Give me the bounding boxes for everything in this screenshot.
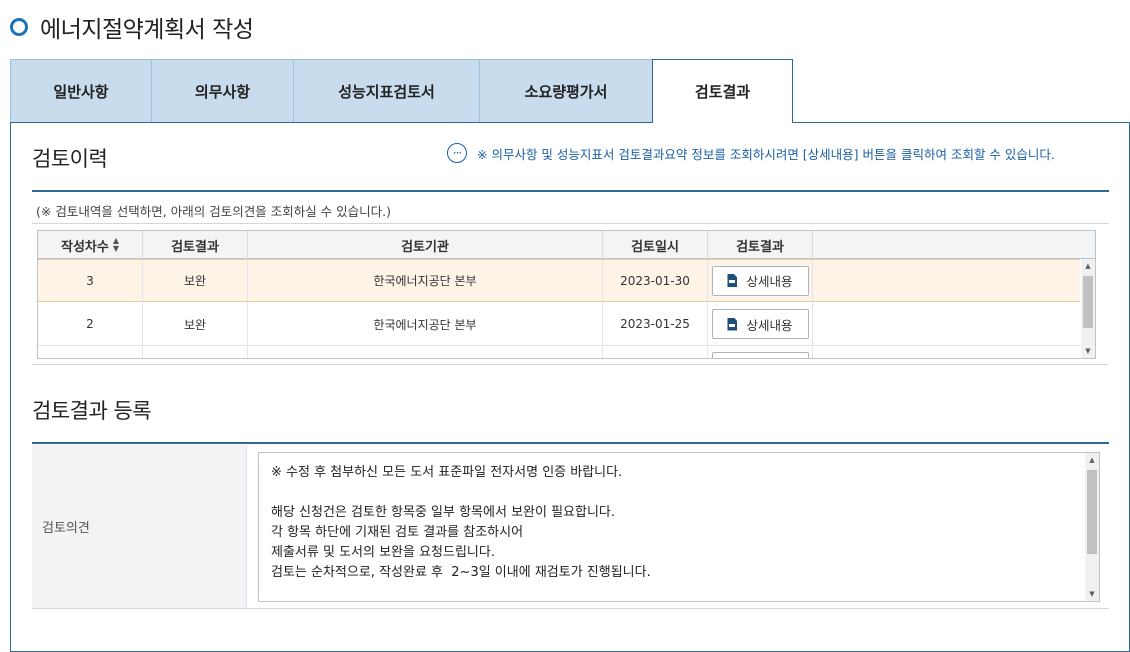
scroll-up-icon[interactable]: ▲ [1085, 453, 1099, 467]
scrollbar-thumb[interactable] [1087, 470, 1097, 554]
table-header: 작성차수 ▲ ▼ 검토결과 검토기관 검토일시 검토결과 [38, 231, 1095, 259]
detail-button[interactable]: 상세내용 [711, 309, 809, 339]
detail-button-partial[interactable] [711, 352, 809, 358]
tab-requirement-assessment[interactable]: 소요량평가서 [479, 59, 652, 123]
review-history-table: 작성차수 ▲ ▼ 검토결과 검토기관 검토일시 검토결과 3 보완 한국에너지공단… [37, 230, 1096, 359]
tab-general[interactable]: 일반사항 [10, 59, 151, 123]
selection-hint: (※ 검토내역을 선택하면, 아래의 검토의견을 조회하실 수 있습니다.) [36, 204, 391, 219]
scroll-up-icon[interactable]: ▲ [1081, 259, 1095, 273]
cell-date [603, 347, 708, 358]
table-scrollbar[interactable]: ▲ ▼ [1081, 259, 1095, 358]
scroll-down-icon[interactable]: ▼ [1081, 344, 1095, 358]
column-header-result[interactable]: 검토결과 [143, 231, 248, 259]
cell-agency: 한국에너지공단 본부 [248, 260, 603, 301]
table-row[interactable]: 3 보완 한국에너지공단 본부 2023-01-30 상세내용 [38, 259, 1080, 302]
table-row-partial[interactable] [38, 347, 1080, 358]
opinion-scrollbar[interactable]: ▲ ▼ [1085, 453, 1099, 601]
tab-review-result[interactable]: 검토결과 [652, 59, 793, 123]
document-icon [727, 317, 738, 331]
column-header-date[interactable]: 검토일시 [603, 231, 708, 259]
sort-icon[interactable]: ▲ ▼ [113, 237, 119, 253]
cell-agency [248, 347, 603, 358]
section-divider [32, 442, 1109, 444]
detail-notice-text: ※ 의무사항 및 성능지표서 검토결과요약 정보를 조회하시려면 [상세내용] … [477, 146, 1055, 162]
detail-button[interactable]: 상세내용 [711, 265, 809, 296]
opinion-textarea[interactable]: ※ 수정 후 첨부하신 모든 도서 표준파일 전자서명 인증 바랍니다. 해당 … [258, 452, 1100, 602]
table-row[interactable]: 2 보완 한국에너지공단 본부 2023-01-25 상세내용 [38, 303, 1080, 346]
section-divider [32, 190, 1109, 192]
cell-result [143, 347, 248, 358]
column-header-detail[interactable]: 검토결과 [708, 231, 813, 259]
page-title: 에너지절약계획서 작성 [40, 17, 254, 43]
opinion-label: 검토의견 [32, 445, 247, 608]
scrollbar-thumb[interactable] [1083, 276, 1093, 328]
tab-obligations[interactable]: 의무사항 [151, 59, 293, 123]
cell-result: 보완 [143, 303, 248, 345]
cell-round: 2 [38, 303, 143, 345]
column-header-round[interactable]: 작성차수 ▲ ▼ [38, 231, 143, 259]
opinion-text: ※ 수정 후 첨부하신 모든 도서 표준파일 전자서명 인증 바랍니다. 해당 … [271, 465, 651, 580]
page-header: 에너지절약계획서 작성 [10, 10, 254, 44]
cell-date: 2023-01-25 [603, 303, 708, 345]
cell-detail [708, 347, 813, 358]
cell-date: 2023-01-30 [603, 260, 708, 301]
document-icon [727, 274, 738, 287]
cell-round [38, 347, 143, 358]
tab-performance-index[interactable]: 성능지표검토서 [293, 59, 479, 123]
opinion-row: 검토의견 ※ 수정 후 첨부하신 모든 도서 표준파일 전자서명 인증 바랍니다… [32, 445, 1109, 609]
cell-agency: 한국에너지공단 본부 [248, 303, 603, 345]
cell-detail: 상세내용 [708, 303, 813, 345]
tab-bar: 일반사항 의무사항 성능지표검토서 소요량평가서 검토결과 [10, 59, 793, 123]
scroll-down-icon[interactable]: ▼ [1085, 587, 1099, 601]
table-divider [32, 364, 1109, 365]
cell-result: 보완 [143, 260, 248, 301]
more-dots-icon: ··· [447, 143, 467, 163]
review-register-title: 검토결과 등록 [32, 399, 152, 423]
detail-notice: ··· ※ 의무사항 및 성능지표서 검토결과요약 정보를 조회하시려면 [상세… [447, 143, 1055, 163]
cell-round: 3 [38, 260, 143, 301]
hint-divider [32, 223, 1109, 224]
review-panel: 검토이력 ··· ※ 의무사항 및 성능지표서 검토결과요약 정보를 조회하시려… [10, 122, 1130, 652]
review-history-title: 검토이력 [32, 147, 108, 171]
column-header-agency[interactable]: 검토기관 [248, 231, 603, 259]
cell-detail: 상세내용 [708, 260, 813, 301]
ring-bullet-icon [10, 18, 28, 36]
